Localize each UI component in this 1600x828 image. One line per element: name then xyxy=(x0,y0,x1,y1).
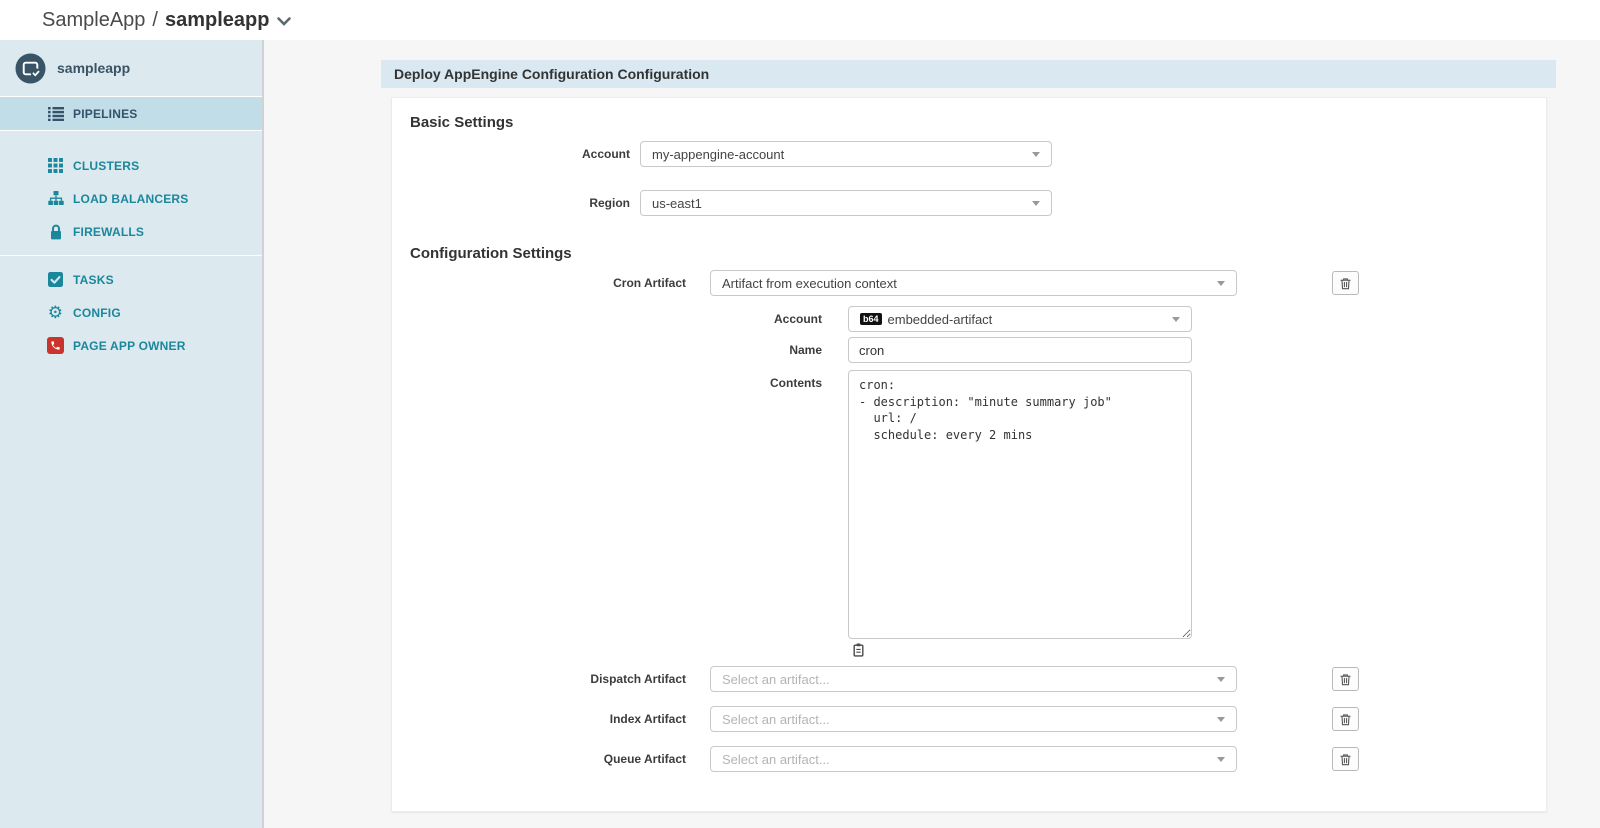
region-label: Region xyxy=(392,190,640,216)
index-artifact-row: Index Artifact Select an artifact... xyxy=(392,706,1359,732)
chevron-down-icon xyxy=(1172,317,1180,322)
dispatch-artifact-delete-button[interactable] xyxy=(1332,667,1359,691)
index-artifact-delete-button[interactable] xyxy=(1332,707,1359,731)
sidebar-item-label: TASKS xyxy=(73,273,114,287)
sidebar-item-label: CONFIG xyxy=(73,306,121,320)
queue-artifact-row: Queue Artifact Select an artifact... xyxy=(392,746,1359,772)
sidebar-item-label: CLUSTERS xyxy=(73,159,139,173)
sidebar-spacer xyxy=(0,131,262,149)
lock-icon xyxy=(47,223,64,240)
chevron-down-icon xyxy=(1217,281,1225,286)
artifact-contents-row: Contents cron: - description: "minute su… xyxy=(392,370,1192,639)
sidebar-item-config[interactable]: ⚙ CONFIG xyxy=(0,296,262,329)
trash-icon xyxy=(1339,673,1352,686)
region-select[interactable]: us-east1 xyxy=(640,190,1052,216)
application-logo-icon xyxy=(15,53,46,84)
artifact-name-label: Name xyxy=(392,337,848,363)
chevron-down-icon xyxy=(1217,717,1225,722)
index-artifact-select[interactable]: Select an artifact... xyxy=(710,706,1237,732)
cron-artifact-label: Cron Artifact xyxy=(392,270,710,296)
index-artifact-label: Index Artifact xyxy=(392,706,710,732)
cron-artifact-select[interactable]: Artifact from execution context xyxy=(710,270,1237,296)
sidebar-item-label: FIREWALLS xyxy=(73,225,144,239)
trash-icon xyxy=(1339,753,1352,766)
base64-badge: b64 xyxy=(860,313,882,325)
sidebar-item-label: PIPELINES xyxy=(73,107,137,121)
chevron-down-icon xyxy=(1032,152,1040,157)
account-row: Account my-appengine-account xyxy=(392,141,1052,167)
top-navbar: SampleApp / sampleapp xyxy=(0,0,1600,40)
queue-artifact-label: Queue Artifact xyxy=(392,746,710,772)
sidebar-item-load-balancers[interactable]: LOAD BALANCERS xyxy=(0,182,262,215)
cron-artifact-delete-button[interactable] xyxy=(1332,271,1359,295)
chevron-down-icon xyxy=(1217,757,1225,762)
sidebar: sampleapp PIPELINES xyxy=(0,40,264,828)
account-select[interactable]: my-appengine-account xyxy=(640,141,1052,167)
region-row: Region us-east1 xyxy=(392,190,1052,216)
embedded-account-select[interactable]: b64 embedded-artifact xyxy=(848,306,1192,332)
artifact-name-input[interactable] xyxy=(848,337,1192,363)
sidebar-item-pipelines[interactable]: PIPELINES xyxy=(0,97,262,131)
artifact-contents-textarea[interactable]: cron: - description: "minute summary job… xyxy=(848,370,1192,639)
breadcrumb-current-app: sampleapp xyxy=(165,9,269,32)
check-square-icon xyxy=(47,271,64,288)
phone-icon xyxy=(47,337,64,354)
sidebar-item-page-app-owner[interactable]: PAGE APP OWNER xyxy=(0,329,262,362)
breadcrumb-separator: / xyxy=(152,9,158,32)
artifact-contents-label: Contents xyxy=(392,370,848,396)
account-label: Account xyxy=(392,141,640,167)
sidebar-item-label: PAGE APP OWNER xyxy=(73,339,186,353)
basic-settings-heading: Basic Settings xyxy=(410,114,513,131)
gear-icon: ⚙ xyxy=(47,304,64,321)
embedded-account-label: Account xyxy=(392,306,848,332)
sidebar-item-label: LOAD BALANCERS xyxy=(73,192,188,206)
stage-title-bar: Deploy AppEngine Configuration Configura… xyxy=(381,60,1556,88)
dispatch-artifact-row: Dispatch Artifact Select an artifact... xyxy=(392,666,1359,692)
trash-icon xyxy=(1339,713,1352,726)
embedded-artifact-account-row: Account b64 embedded-artifact xyxy=(392,306,1192,332)
breadcrumb-app: SampleApp xyxy=(42,9,145,32)
copy-to-clipboard-button[interactable] xyxy=(852,643,865,657)
main-content: Deploy AppEngine Configuration Configura… xyxy=(264,40,1600,828)
dispatch-artifact-label: Dispatch Artifact xyxy=(392,666,710,692)
sidebar-item-tasks[interactable]: TASKS xyxy=(0,263,262,296)
clipboard-icon xyxy=(852,643,865,657)
sitemap-icon xyxy=(47,190,64,207)
chevron-down-icon xyxy=(1217,677,1225,682)
application-switcher[interactable]: SampleApp / sampleapp xyxy=(42,9,291,32)
sidebar-app-name: sampleapp xyxy=(57,60,130,76)
artifact-name-row: Name xyxy=(392,337,1192,363)
sidebar-item-firewalls[interactable]: FIREWALLS xyxy=(0,215,262,248)
stage-config-card: Basic Settings Account my-appengine-acco… xyxy=(391,97,1547,812)
dispatch-artifact-select[interactable]: Select an artifact... xyxy=(710,666,1237,692)
chevron-down-icon xyxy=(277,17,291,26)
chevron-down-icon xyxy=(1032,201,1040,206)
grid-icon xyxy=(47,157,64,174)
sidebar-item-clusters[interactable]: CLUSTERS xyxy=(0,149,262,182)
trash-icon xyxy=(1339,277,1352,290)
sidebar-divider xyxy=(0,255,262,256)
list-icon xyxy=(47,105,64,122)
stage-title: Deploy AppEngine Configuration Configura… xyxy=(394,66,709,82)
sidebar-app-header[interactable]: sampleapp xyxy=(0,40,262,97)
cron-artifact-row: Cron Artifact Artifact from execution co… xyxy=(392,270,1359,296)
queue-artifact-delete-button[interactable] xyxy=(1332,747,1359,771)
queue-artifact-select[interactable]: Select an artifact... xyxy=(710,746,1237,772)
configuration-settings-heading: Configuration Settings xyxy=(410,245,572,262)
